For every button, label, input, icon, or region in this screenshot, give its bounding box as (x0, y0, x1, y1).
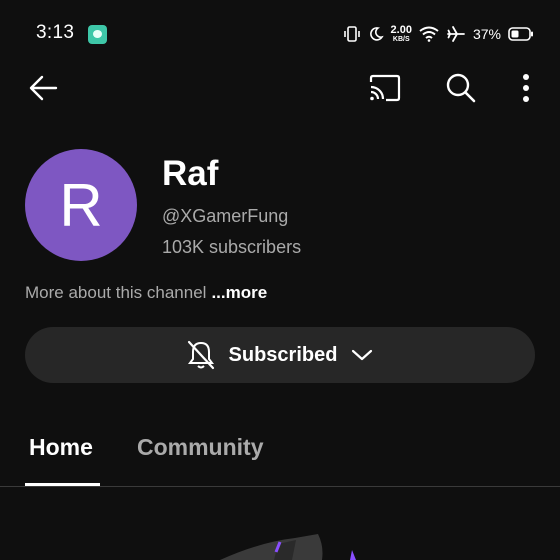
subscribed-button[interactable]: Subscribed (25, 327, 535, 383)
back-arrow-icon (29, 75, 58, 101)
airplane-mode-icon (447, 26, 465, 42)
more-link[interactable]: ...more (211, 283, 267, 302)
channel-name: Raf (162, 154, 219, 193)
app-notification-icon (88, 25, 107, 44)
battery-icon (508, 27, 533, 41)
subscriber-count: 103K subscribers (162, 237, 302, 257)
cast-icon (369, 74, 401, 102)
wifi-icon (419, 26, 439, 42)
channel-avatar[interactable]: R (25, 149, 137, 261)
channel-tabs: Home Community (0, 420, 560, 487)
chevron-down-icon (352, 349, 373, 361)
subscribed-label: Subscribed (228, 343, 338, 366)
vibrate-icon (343, 26, 360, 42)
tab-home[interactable]: Home (29, 434, 93, 461)
back-button[interactable] (25, 70, 61, 106)
status-icons: 2.00 KB/S 37% (343, 22, 534, 46)
channel-handle: @XGamerFung (162, 206, 289, 226)
top-toolbar (0, 68, 560, 108)
network-speed: 2.00 KB/S (390, 24, 412, 44)
network-speed-value: 2.00 (390, 24, 412, 36)
cast-button[interactable] (367, 70, 403, 106)
battery-percent: 37% (472, 26, 501, 42)
more-about-text: More about this channel (25, 283, 207, 302)
more-options-icon (523, 74, 529, 102)
search-icon (446, 73, 476, 103)
channel-description-row[interactable]: More about this channel ...more (25, 283, 267, 303)
featured-video-artwork (220, 534, 356, 560)
do-not-disturb-moon-icon (369, 27, 384, 41)
more-options-button[interactable] (508, 70, 544, 106)
status-bar: 3:13 2.00 KB/S 37% (0, 0, 560, 68)
network-speed-unit: KB/S (392, 36, 410, 43)
notifications-off-icon (187, 340, 214, 370)
selected-tab-indicator (25, 483, 100, 486)
status-time: 3:13 (36, 22, 75, 43)
tab-community[interactable]: Community (137, 434, 264, 461)
search-button[interactable] (443, 70, 479, 106)
